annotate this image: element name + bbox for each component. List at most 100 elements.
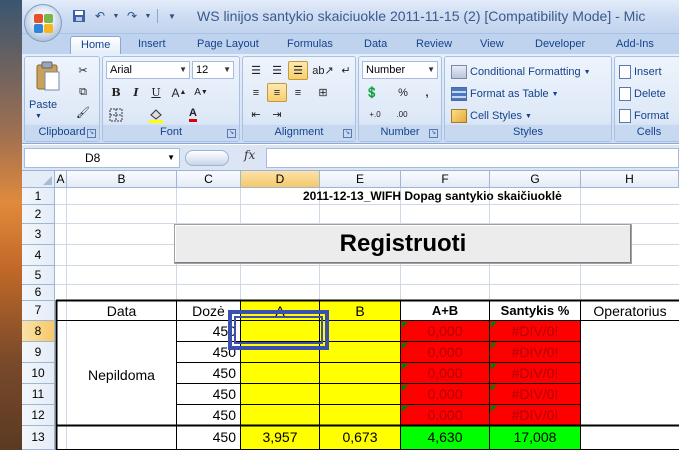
formula-bar-resize-handle[interactable]: [185, 150, 229, 166]
save-icon[interactable]: [70, 7, 88, 25]
paste-label[interactable]: Paste: [29, 99, 57, 111]
grow-font-icon[interactable]: A ▲: [169, 83, 189, 102]
tab-add-ins[interactable]: Add-Ins: [606, 36, 664, 54]
cell-santykis[interactable]: #DIV/0!: [490, 342, 580, 362]
orientation-icon[interactable]: ab↗: [312, 61, 333, 80]
merge-center-icon[interactable]: ⊞: [313, 83, 333, 102]
cell-santykis[interactable]: #DIV/0!: [490, 384, 580, 404]
delete-cells-button[interactable]: Delete: [619, 87, 666, 101]
row13-doze[interactable]: 450: [177, 427, 236, 447]
ribbon-tabs: Home Insert Page Layout Formulas Data Re…: [22, 34, 679, 54]
font-name-value: Arial: [110, 64, 133, 76]
customize-qat-icon[interactable]: ▼: [163, 7, 181, 25]
format-painter-icon[interactable]: 🖌: [73, 103, 93, 122]
align-center-icon[interactable]: ≡: [267, 83, 287, 102]
currency-icon[interactable]: 💲: [362, 83, 382, 102]
cell-ab[interactable]: 0,000: [401, 363, 489, 383]
fill-color-icon[interactable]: [146, 105, 166, 124]
font-color-icon[interactable]: A: [183, 105, 203, 124]
chevron-down-icon: ▼: [179, 65, 187, 74]
number-launcher-icon[interactable]: ↘: [429, 129, 438, 138]
tab-developer[interactable]: Developer: [525, 36, 595, 54]
format-cells-label: Format: [634, 110, 669, 122]
row13-santykis[interactable]: 17,008: [490, 427, 580, 447]
conditional-formatting-button[interactable]: Conditional Formatting ▼: [451, 65, 591, 79]
insert-cells-icon: [619, 65, 631, 79]
format-as-table-icon: [451, 87, 467, 101]
formula-input[interactable]: [266, 148, 679, 168]
cell-ab[interactable]: 0,000: [401, 384, 489, 404]
align-bottom-icon[interactable]: ☰: [288, 61, 308, 80]
cell-santykis[interactable]: #DIV/0!: [490, 363, 580, 383]
cut-icon[interactable]: ✂: [73, 61, 93, 80]
name-box[interactable]: D8 ▼: [24, 148, 180, 168]
tab-review[interactable]: Review: [406, 36, 462, 54]
italic-icon[interactable]: I: [126, 83, 146, 102]
borders-icon[interactable]: [106, 105, 126, 124]
copy-icon[interactable]: ⧉: [73, 83, 93, 102]
tab-view[interactable]: View: [470, 36, 514, 54]
align-right-icon[interactable]: ≡: [288, 83, 308, 102]
chevron-down-icon: ▼: [427, 65, 435, 74]
paste-dropdown-icon[interactable]: ▼: [35, 113, 42, 120]
clipboard-launcher-icon[interactable]: ↘: [87, 129, 96, 138]
row13-a[interactable]: 3,957: [241, 427, 319, 447]
wrap-text-icon[interactable]: ↵: [336, 61, 356, 80]
cell-santykis[interactable]: #DIV/0!: [490, 321, 580, 341]
cell-doze[interactable]: 450: [177, 384, 236, 404]
align-middle-icon[interactable]: ☰: [267, 61, 287, 80]
row13-ab[interactable]: 4,630: [401, 427, 489, 447]
conditional-formatting-label: Conditional Formatting: [470, 66, 581, 78]
qat-separator: [157, 9, 158, 23]
error-indicator-icon: [491, 364, 497, 370]
cell-ab[interactable]: 0,000: [401, 405, 489, 425]
underline-icon[interactable]: U: [146, 83, 166, 102]
increase-indent-icon[interactable]: ⇥: [267, 105, 287, 124]
format-cells-button[interactable]: Format: [619, 109, 669, 123]
comma-button[interactable]: ,: [417, 83, 437, 102]
number-format-select[interactable]: Number ▼: [362, 61, 438, 79]
insert-cells-button[interactable]: Insert: [619, 65, 662, 79]
worksheet[interactable]: A B C D E F G H 1 2 3 4 5 6 7 8 9 10 11 …: [22, 171, 679, 450]
cell-styles-button[interactable]: Cell Styles ▼: [451, 109, 532, 123]
tab-home[interactable]: Home: [70, 36, 122, 54]
tab-insert[interactable]: Insert: [128, 36, 176, 54]
cell-doze[interactable]: 450: [177, 405, 236, 425]
cells-group: Insert Delete Format Cells: [614, 56, 679, 142]
increase-decimal-button[interactable]: +.0: [362, 105, 388, 124]
decrease-indent-icon[interactable]: ⇤: [246, 105, 266, 124]
font-name-select[interactable]: Arial ▼: [106, 61, 190, 79]
cell-ab[interactable]: 0,000: [401, 321, 489, 341]
bold-icon[interactable]: B: [106, 83, 126, 102]
cell-santykis[interactable]: #DIV/0!: [490, 405, 580, 425]
alignment-launcher-icon[interactable]: ↘: [343, 129, 352, 138]
percent-button[interactable]: %: [393, 83, 413, 102]
redo-dropdown-icon[interactable]: ▼: [144, 7, 152, 25]
tab-data[interactable]: Data: [354, 36, 397, 54]
font-size-select[interactable]: 12 ▼: [192, 61, 234, 79]
insert-function-icon[interactable]: fx: [244, 148, 255, 162]
cell-ab[interactable]: 0,000: [401, 342, 489, 362]
tab-page-layout[interactable]: Page Layout: [187, 36, 269, 54]
office-button[interactable]: [24, 4, 62, 42]
cells-group-label: Cells: [615, 125, 679, 141]
quick-access-toolbar: ↶ ▼ ↷ ▼ ▼: [70, 7, 181, 25]
align-left-icon[interactable]: ≡: [246, 83, 266, 102]
shrink-font-icon[interactable]: A ▼: [191, 83, 211, 102]
cell-doze[interactable]: 450: [177, 363, 236, 383]
decrease-decimal-button[interactable]: .00: [389, 105, 415, 124]
cell-styles-icon: [451, 109, 467, 123]
paste-icon[interactable]: [33, 61, 63, 91]
format-as-table-button[interactable]: Format as Table ▼: [451, 87, 559, 101]
nepildoma-label: Nepildoma: [88, 367, 155, 383]
row13-b[interactable]: 0,673: [320, 427, 400, 447]
delete-cells-icon: [619, 87, 631, 101]
undo-dropdown-icon[interactable]: ▼: [112, 7, 120, 25]
font-launcher-icon[interactable]: ↘: [227, 129, 236, 138]
active-cell-highlight[interactable]: [228, 310, 329, 350]
error-indicator-icon: [402, 364, 408, 370]
align-top-icon[interactable]: ☰: [246, 61, 266, 80]
tab-formulas[interactable]: Formulas: [277, 36, 343, 54]
undo-icon[interactable]: ↶: [91, 7, 109, 25]
redo-icon[interactable]: ↷: [123, 7, 141, 25]
